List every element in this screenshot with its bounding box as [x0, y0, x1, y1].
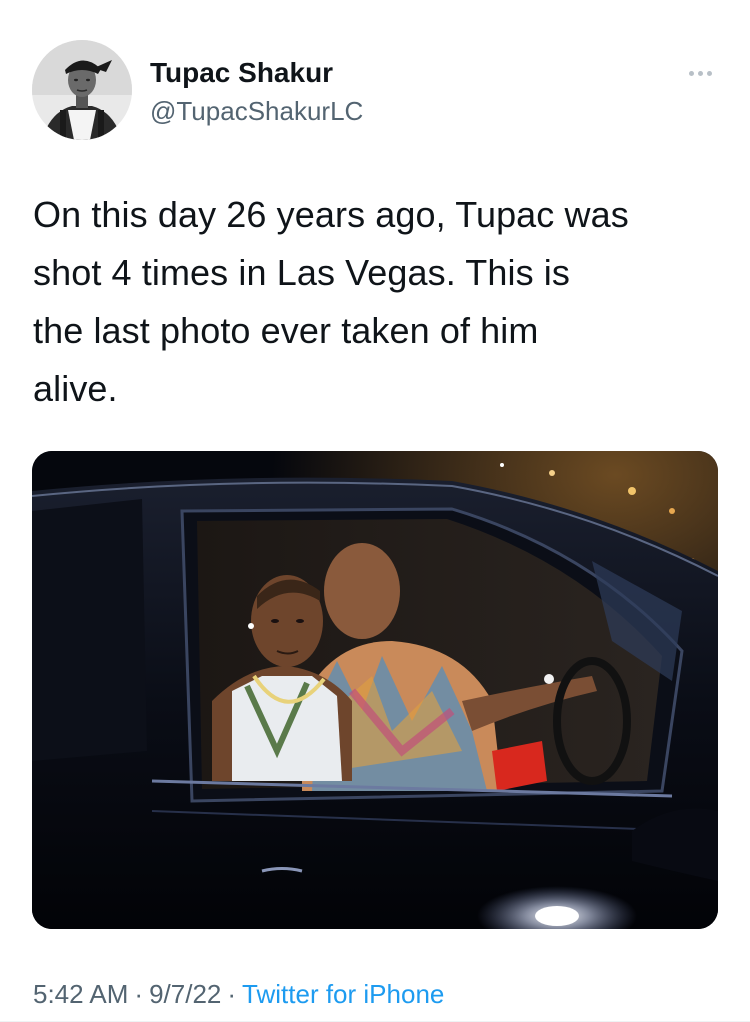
tweet: Tupac Shakur @TupacShakurLC On this day …: [0, 0, 750, 1022]
more-options-icon[interactable]: [680, 58, 720, 88]
tweet-source-link[interactable]: Twitter for iPhone: [242, 979, 444, 1009]
tweet-metadata: 5:42 AM · 9/7/22 · Twitter for iPhone: [33, 978, 444, 1010]
tweet-time[interactable]: 5:42 AM: [33, 979, 128, 1009]
author-handle[interactable]: @TupacShakurLC: [150, 95, 363, 127]
separator: ·: [227, 979, 237, 1009]
avatar[interactable]: [32, 40, 132, 140]
avatar-photo: [32, 40, 132, 140]
tweet-text: On this day 26 years ago, Tupac was shot…: [33, 194, 629, 409]
tweet-date[interactable]: 9/7/22: [149, 979, 221, 1009]
separator: ·: [134, 979, 144, 1009]
author-name[interactable]: Tupac Shakur: [150, 56, 333, 90]
car-photo-illustration: [32, 451, 718, 929]
tweet-photo[interactable]: [32, 451, 718, 929]
